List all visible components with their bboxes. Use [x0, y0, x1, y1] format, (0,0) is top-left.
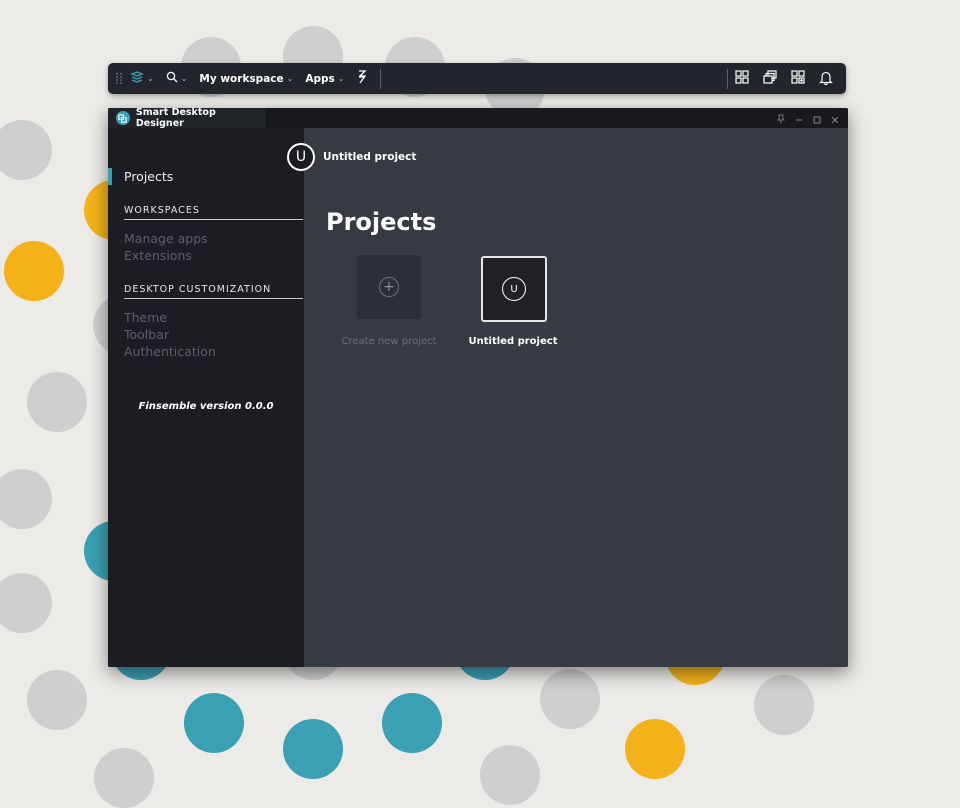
- chevron-down-icon: ⌄: [337, 74, 345, 83]
- project-card-label[interactable]: Untitled project: [453, 336, 573, 347]
- apps-menu-label: Apps: [305, 72, 335, 85]
- active-indicator: [108, 168, 112, 185]
- background-dot: [27, 670, 87, 730]
- background-dot: [754, 675, 814, 735]
- background-dot: [94, 748, 154, 808]
- background-dot: [382, 693, 442, 753]
- pin-icon: [777, 109, 785, 128]
- background-dot: [0, 573, 52, 633]
- workspace-menu-label: My workspace: [199, 72, 284, 85]
- background-dot: [0, 469, 52, 529]
- project-avatar: U: [502, 277, 526, 301]
- search-button[interactable]: ⌄: [166, 71, 188, 86]
- project-card[interactable]: U: [481, 256, 547, 322]
- close-icon: [831, 109, 839, 128]
- apps-menu-button[interactable]: Apps ⌄: [305, 73, 344, 85]
- tile-button[interactable]: [728, 70, 756, 87]
- groups-button[interactable]: [784, 70, 812, 87]
- sidebar-item-manage-apps[interactable]: Manage apps: [124, 231, 208, 246]
- drag-handle-icon[interactable]: [116, 72, 122, 85]
- create-project-card[interactable]: +: [357, 255, 421, 319]
- sidebar-item-authentication[interactable]: Authentication: [124, 344, 216, 359]
- snap-button[interactable]: [356, 70, 368, 87]
- window-title-tab[interactable]: Smart Desktop Designer: [108, 108, 266, 129]
- background-dot: [540, 669, 600, 729]
- groups-icon: [791, 70, 805, 87]
- snap-icon: [356, 70, 368, 87]
- app-logo-icon: [116, 111, 130, 125]
- maximize-icon: [813, 109, 821, 128]
- background-dot: [283, 719, 343, 779]
- window-title: Smart Desktop Designer: [135, 108, 216, 129]
- minimize-icon: [795, 109, 803, 128]
- main-content: U Untitled project Projects + Create new…: [287, 128, 848, 667]
- version-label: Finsemble version 0.0.0: [138, 401, 274, 412]
- toolbar-right-group: [727, 68, 846, 89]
- designer-window: Smart Desktop Designer Projects WORKSPAC…: [108, 108, 848, 667]
- bell-icon: [819, 70, 833, 88]
- finsemble-menu-button[interactable]: ⌄: [130, 70, 154, 87]
- chevron-down-icon: ⌄: [147, 74, 154, 83]
- cascade-icon: [763, 70, 777, 87]
- background-dot: [480, 745, 540, 805]
- sidebar: Projects WORKSPACES Manage apps Extensio…: [108, 128, 304, 667]
- tile-icon: [735, 70, 749, 87]
- cascade-button[interactable]: [756, 70, 784, 87]
- window-titlebar[interactable]: Smart Desktop Designer: [108, 108, 848, 129]
- minimize-button[interactable]: [790, 109, 808, 128]
- background-dot: [184, 693, 244, 753]
- background-dot: [0, 120, 52, 180]
- sidebar-item-extensions[interactable]: Extensions: [124, 248, 192, 263]
- current-project-name: Untitled project: [323, 151, 417, 163]
- current-project-header[interactable]: U Untitled project: [287, 143, 416, 171]
- notifications-button[interactable]: [812, 70, 840, 88]
- search-icon: [166, 71, 178, 86]
- chevron-down-icon: ⌄: [286, 74, 294, 83]
- sidebar-item-toolbar[interactable]: Toolbar: [124, 327, 169, 342]
- finsemble-toolbar: ⌄ ⌄ My workspace ⌄ Apps ⌄: [108, 63, 846, 94]
- section-heading-workspaces: WORKSPACES: [124, 205, 303, 220]
- window-controls: [772, 108, 844, 128]
- plus-icon: +: [379, 277, 399, 297]
- toolbar-divider: [380, 68, 382, 89]
- background-dot: [625, 719, 685, 779]
- maximize-button[interactable]: [808, 109, 826, 128]
- page-title: Projects: [326, 208, 437, 236]
- background-dot: [4, 241, 64, 301]
- sidebar-item-theme[interactable]: Theme: [124, 310, 167, 325]
- chevron-down-icon: ⌄: [180, 74, 188, 83]
- close-button[interactable]: [826, 109, 844, 128]
- sidebar-item-projects[interactable]: Projects: [124, 169, 173, 184]
- workspace-menu-button[interactable]: My workspace ⌄: [199, 73, 293, 85]
- project-avatar: U: [287, 143, 315, 171]
- create-project-label[interactable]: Create new project: [329, 336, 449, 347]
- background-dot: [27, 372, 87, 432]
- finsemble-logo-icon: [130, 70, 144, 87]
- section-heading-desktop-customization: DESKTOP CUSTOMIZATION: [124, 284, 303, 299]
- pin-button[interactable]: [772, 109, 790, 128]
